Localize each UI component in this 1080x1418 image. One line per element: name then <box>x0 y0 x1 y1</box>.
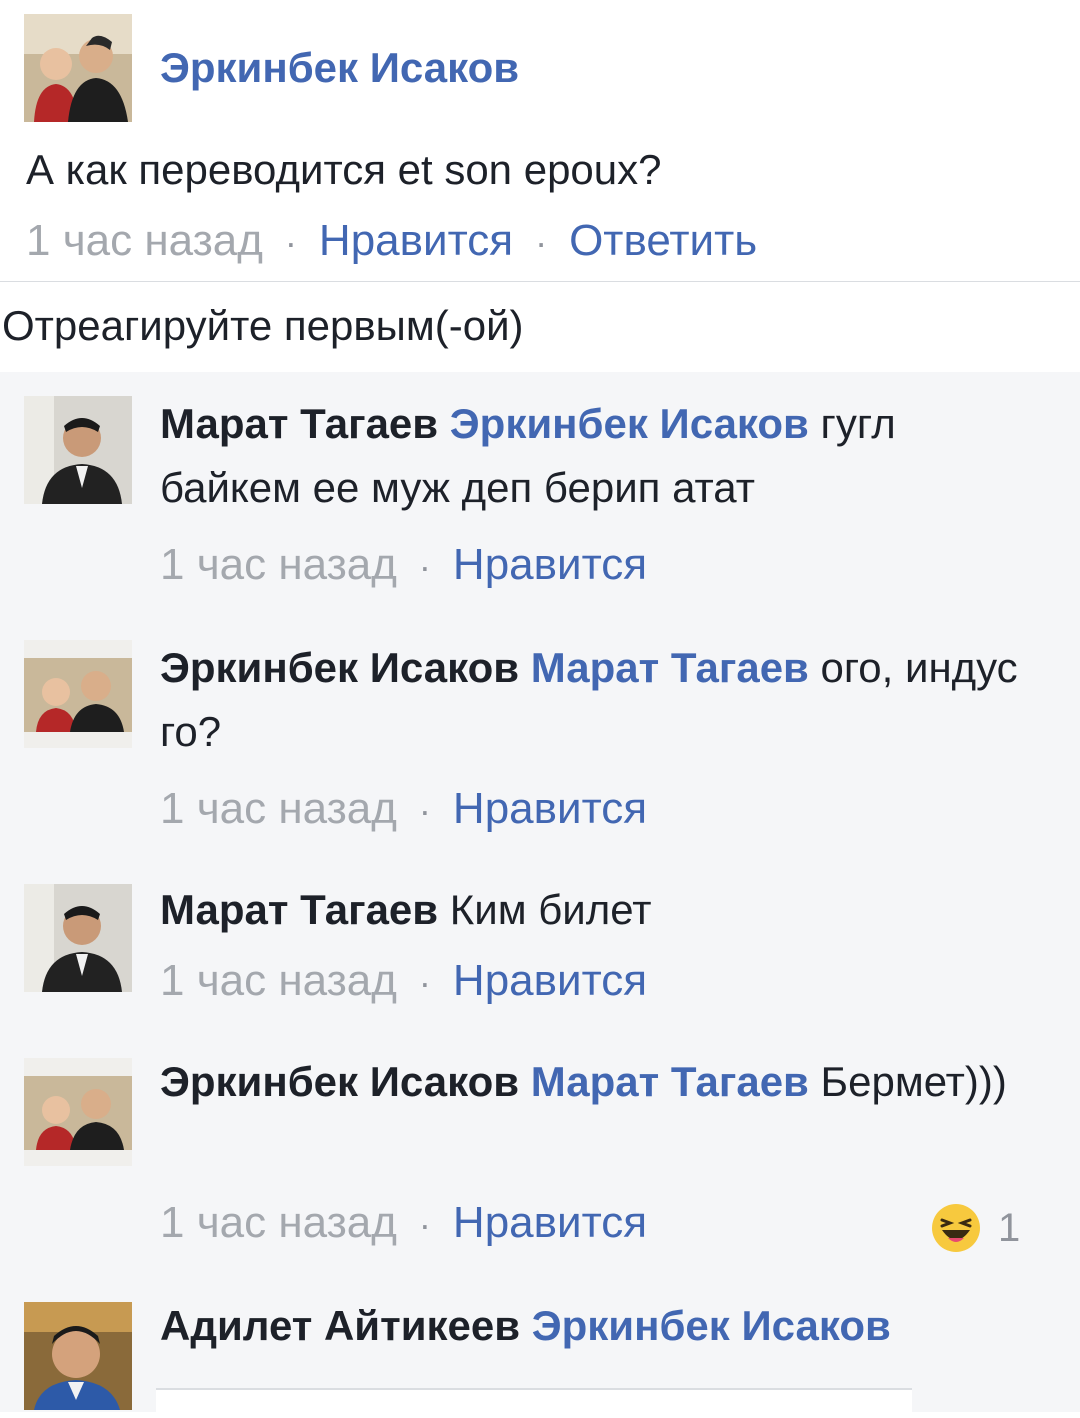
reply-author-name[interactable]: Эркинбек Исаков <box>160 644 519 691</box>
reply-meta: 1 час назад · Нравится <box>160 956 647 1006</box>
avatar-photo-icon <box>24 640 132 748</box>
reply-body: Марат Тагаев Ким билет <box>160 878 1030 942</box>
reply-time: 1 час назад <box>160 540 397 589</box>
reply-author-avatar[interactable] <box>24 396 132 504</box>
meta-separator: · <box>535 222 548 263</box>
post-reply-link[interactable]: Ответить <box>569 216 757 265</box>
post-author-name[interactable]: Эркинбек Исаков <box>160 44 519 92</box>
meta-separator: · <box>418 1204 431 1245</box>
avatar-photo-icon <box>24 396 132 504</box>
reply-text: Бермет))) <box>808 1058 1007 1105</box>
reply-body: Марат Тагаев Эркинбек Исаков гугл байкем… <box>160 392 1030 520</box>
reply-body: Эркинбек Исаков Марат Тагаев ого, индус … <box>160 636 1030 764</box>
meta-separator: · <box>418 546 431 587</box>
reaction-count: 1 <box>998 1205 1021 1250</box>
reply-like-link[interactable]: Нравится <box>453 784 647 833</box>
reply-body: Эркинбек Исаков Марат Тагаев Бермет))) <box>160 1050 1030 1114</box>
reply-text: Ким билет <box>438 886 652 933</box>
reply-author-name[interactable]: Марат Тагаев <box>160 400 438 447</box>
reply-time: 1 час назад <box>160 956 397 1005</box>
reply-meta: 1 час назад · Нравится <box>160 784 647 834</box>
post-time: 1 час назад <box>26 216 263 265</box>
meta-separator: · <box>418 790 431 831</box>
reply-mention[interactable]: Эркинбек Исаков <box>532 1302 891 1349</box>
reply-meta: 1 час назад · Нравится <box>160 540 647 590</box>
avatar-photo-icon <box>24 14 132 122</box>
reply-like-link[interactable]: Нравится <box>453 1198 647 1247</box>
avatar-photo-icon <box>24 1302 132 1410</box>
meta-separator: · <box>284 222 297 263</box>
haha-emoji-icon <box>932 1204 980 1252</box>
post-text: А как переводится et son epoux? <box>26 146 662 193</box>
reactions-prompt[interactable]: Отреагируйте первым(-ой) <box>2 302 524 350</box>
reaction-summary[interactable]: 1 <box>930 1200 1020 1256</box>
avatar-photo-icon <box>24 884 132 992</box>
divider <box>0 281 1080 282</box>
reply-mention[interactable]: Эркинбек Исаков <box>450 400 809 447</box>
reply-author-avatar[interactable] <box>24 1302 132 1410</box>
reply-author-name[interactable]: Эркинбек Исаков <box>160 1058 519 1105</box>
reply-content-preview <box>156 1388 912 1418</box>
post-author-avatar[interactable] <box>24 14 132 122</box>
replies-section: Марат Тагаев Эркинбек Исаков гугл байкем… <box>0 372 1080 1412</box>
reply-author-avatar[interactable] <box>24 640 132 748</box>
post-comment: Эркинбек Исаков А как переводится et son… <box>0 0 1080 372</box>
meta-separator: · <box>418 962 431 1003</box>
reply-meta: 1 час назад · Нравится <box>160 1198 647 1248</box>
reply-body: Адилет Айтикеев Эркинбек Исаков <box>160 1294 1030 1358</box>
post-meta: 1 час назад · Нравится · Ответить <box>26 216 757 266</box>
post-like-link[interactable]: Нравится <box>319 216 513 265</box>
reply-mention[interactable]: Марат Тагаев <box>531 644 809 691</box>
reply-time: 1 час назад <box>160 1198 397 1247</box>
avatar-photo-icon <box>24 1058 132 1166</box>
reply-mention[interactable]: Марат Тагаев <box>531 1058 809 1105</box>
reply-author-avatar[interactable] <box>24 1058 132 1166</box>
reply-like-link[interactable]: Нравится <box>453 540 647 589</box>
reply-author-avatar[interactable] <box>24 884 132 992</box>
reply-author-name[interactable]: Адилет Айтикеев <box>160 1302 520 1349</box>
reply-author-name[interactable]: Марат Тагаев <box>160 886 438 933</box>
reply-like-link[interactable]: Нравится <box>453 956 647 1005</box>
reply-time: 1 час назад <box>160 784 397 833</box>
